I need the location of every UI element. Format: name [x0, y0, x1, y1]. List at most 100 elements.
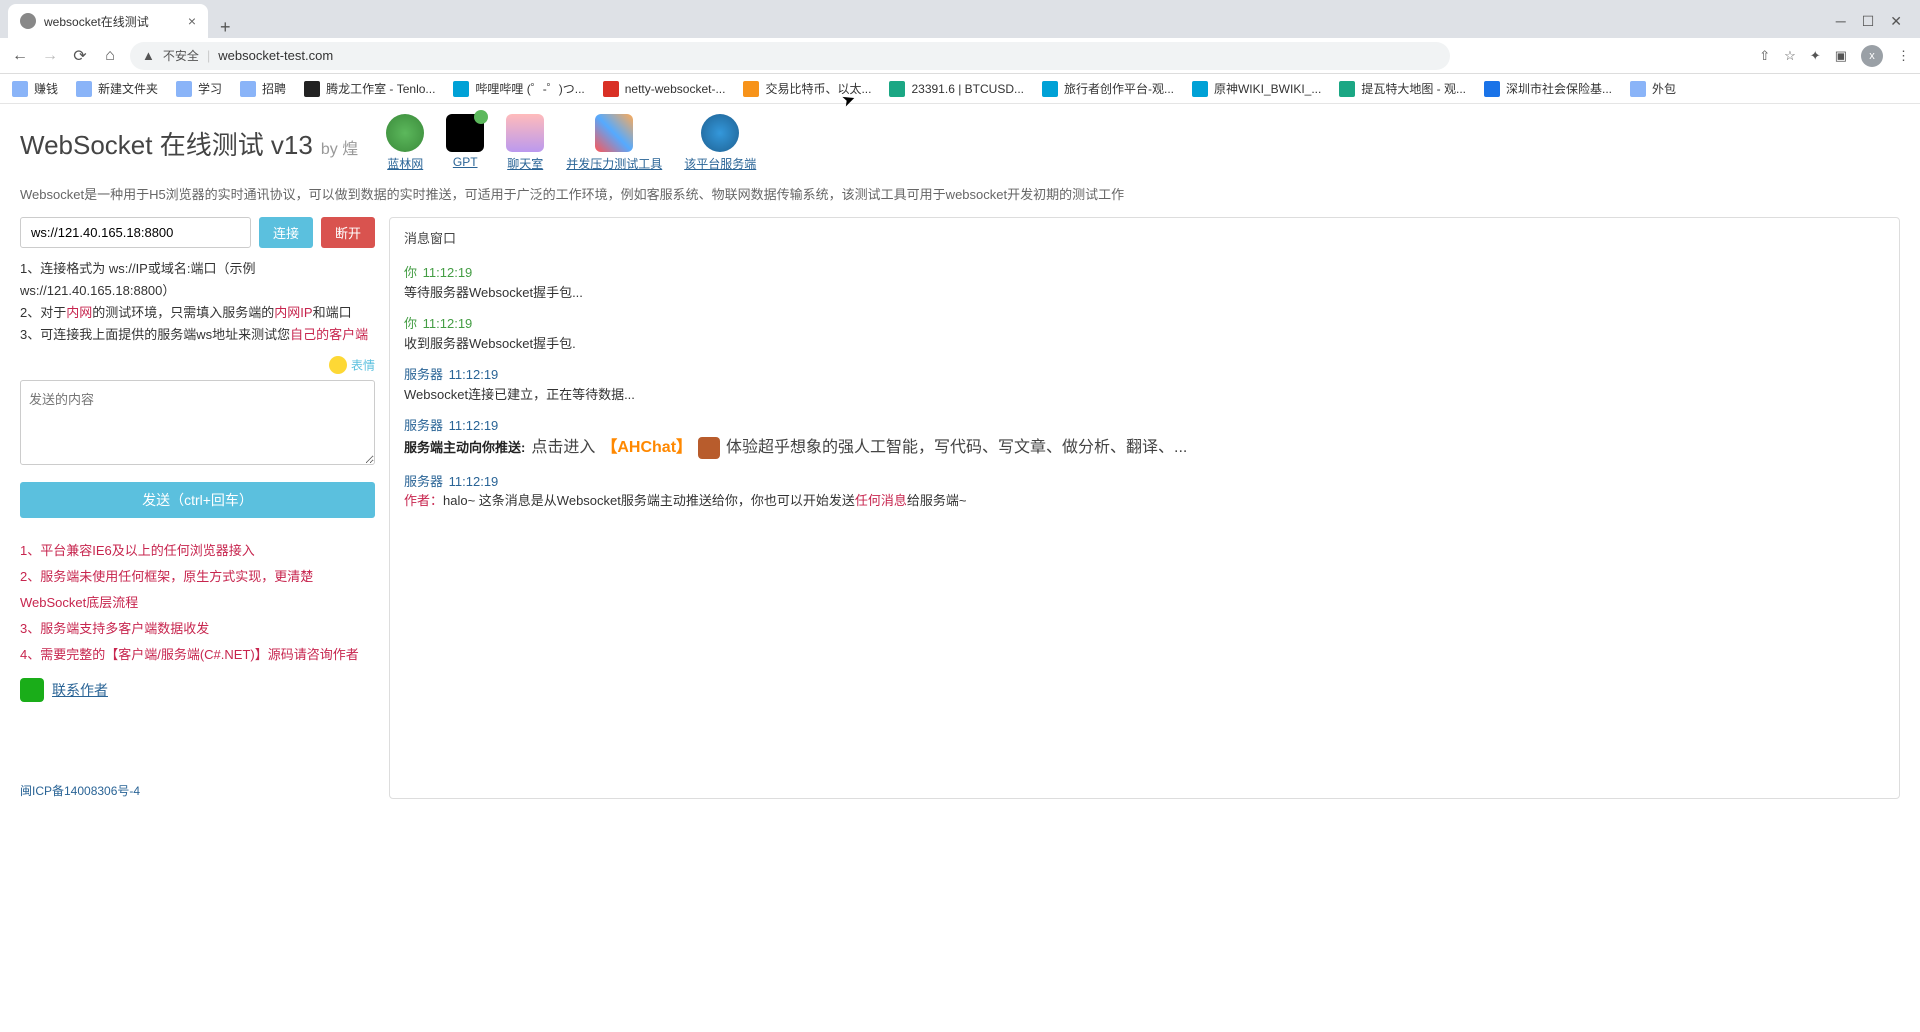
- header-link-label: 聊天室: [507, 155, 543, 172]
- header-links: 蓝林网 GPT 聊天室 并发压力测试工具 该平台服务端: [386, 114, 756, 172]
- bookmark-icon: [1042, 81, 1058, 97]
- browser-tab-strip: websocket在线测试 × + ─ ☐ ✕: [0, 0, 1920, 38]
- window-minimize-icon[interactable]: ─: [1836, 13, 1846, 30]
- profile-avatar[interactable]: x: [1861, 45, 1883, 67]
- tab-title: websocket在线测试: [44, 13, 180, 30]
- wechat-icon: [20, 678, 44, 702]
- bookmark-item[interactable]: 旅行者创作平台-观...: [1042, 80, 1174, 97]
- header-link-icon: [701, 114, 739, 152]
- message-block: 你 11:12:19等待服务器Websocket握手包...: [404, 263, 1885, 302]
- bookmark-item[interactable]: 赚钱: [12, 80, 58, 97]
- bookmark-icon: [1192, 81, 1208, 97]
- bookmarks-bar: 赚钱 新建文件夹 学习 招聘 腾龙工作室 - Tenlo... 哔哩哔哩 (゜-゜)つ..…: [0, 74, 1920, 104]
- message-from: 你: [404, 265, 417, 280]
- instr-line-3: 3、可连接我上面提供的服务端ws地址来测试您自己的客户端: [20, 324, 375, 346]
- bookmark-icon: [240, 81, 256, 97]
- promo-message: 服务器 11:12:19 服务端主动向你推送: 点击进入 【AHChat】 体验…: [404, 416, 1885, 460]
- header-link-icon: [595, 114, 633, 152]
- message-block: 你 11:12:19收到服务器Websocket握手包.: [404, 314, 1885, 353]
- window-maximize-icon[interactable]: ☐: [1862, 13, 1875, 30]
- header-link-icon: [446, 114, 484, 152]
- reload-icon[interactable]: ⟳: [70, 46, 90, 66]
- bookmark-item[interactable]: 招聘: [240, 80, 286, 97]
- close-icon[interactable]: ×: [188, 13, 196, 29]
- header-link[interactable]: 聊天室: [506, 114, 544, 172]
- forward-icon[interactable]: →: [40, 47, 60, 65]
- page-description: Websocket是一种用于H5浏览器的实时通讯协议，可以做到数据的实时推送，可…: [20, 184, 1900, 203]
- ahchat-link[interactable]: 【AHChat】: [601, 436, 692, 460]
- bookmark-icon: [1484, 81, 1500, 97]
- header-link[interactable]: 并发压力测试工具: [566, 114, 662, 172]
- back-icon[interactable]: ←: [10, 47, 30, 65]
- disconnect-button[interactable]: 断开: [321, 217, 375, 248]
- browser-tab[interactable]: websocket在线测试 ×: [8, 4, 208, 38]
- feature-notes: 1、平台兼容IE6及以上的任何浏览器接入2、服务端未使用任何框架，原生方式实现，…: [20, 538, 375, 668]
- ws-url-input[interactable]: [20, 217, 251, 248]
- note-line: 3、服务端支持多客户端数据收发: [20, 616, 375, 642]
- tab-favicon: [20, 13, 36, 29]
- bookmark-label: 旅行者创作平台-观...: [1064, 80, 1174, 97]
- instr-line-1: 1、连接格式为 ws://IP或域名:端口（示例ws://121.40.165.…: [20, 258, 375, 302]
- page-subtitle: by 煌: [321, 135, 358, 159]
- message-body: 等待服务器Websocket握手包...: [404, 283, 1885, 303]
- bookmark-label: 哔哩哔哩 (゜-゜)つ...: [475, 80, 584, 97]
- bookmark-label: 招聘: [262, 80, 286, 97]
- bookmark-icon: [304, 81, 320, 97]
- bookmark-item[interactable]: 学习: [176, 80, 222, 97]
- header-link-label: 该平台服务端: [684, 155, 756, 172]
- left-panel: 连接 断开 1、连接格式为 ws://IP或域名:端口（示例ws://121.4…: [20, 217, 375, 799]
- emoji-link[interactable]: 表情: [351, 359, 375, 373]
- icp-footer: 闽ICP备14008306号-4: [20, 782, 375, 799]
- promo-text: 体验超乎想象的强人工智能，写代码、写文章、做分析、翻译、...: [726, 436, 1187, 460]
- bookmark-label: 提瓦特大地图 - 观...: [1361, 80, 1466, 97]
- bookmark-item[interactable]: 外包: [1630, 80, 1676, 97]
- connect-button[interactable]: 连接: [259, 217, 313, 248]
- message-time: 11:12:19: [449, 367, 499, 382]
- bookmark-item[interactable]: 23391.6 | BTCUSD...: [889, 81, 1024, 97]
- message-block: 服务器 11:12:19 Websocket连接已建立，正在等待数据...: [404, 365, 1885, 404]
- menu-icon[interactable]: ⋮: [1897, 48, 1910, 64]
- header-link-label: 蓝林网: [387, 155, 423, 172]
- security-label: 不安全: [163, 47, 199, 64]
- bookmark-item[interactable]: 原神WIKI_BWIKI_...: [1192, 80, 1321, 97]
- page-title: WebSocket 在线测试 v13: [20, 125, 313, 162]
- bookmark-item[interactable]: 交易比特币、以太...: [743, 80, 871, 97]
- bookmark-icon: [176, 81, 192, 97]
- new-tab-button[interactable]: +: [208, 17, 243, 38]
- bookmark-item[interactable]: 新建文件夹: [76, 80, 158, 97]
- extensions-icon[interactable]: ✦: [1810, 48, 1821, 64]
- instr-line-2: 2、对于内网的测试环境，只需填入服务端的内网IP和端口: [20, 302, 375, 324]
- header-link[interactable]: 蓝林网: [386, 114, 424, 172]
- bookmark-label: 腾龙工作室 - Tenlo...: [326, 80, 435, 97]
- bookmark-label: netty-websocket-...: [625, 82, 726, 96]
- star-icon[interactable]: ☆: [1784, 48, 1796, 64]
- contact-link[interactable]: 联系作者: [52, 680, 108, 700]
- bookmark-icon: [12, 81, 28, 97]
- bookmark-item[interactable]: netty-websocket-...: [603, 81, 726, 97]
- home-icon[interactable]: ⌂: [100, 47, 120, 65]
- message-input[interactable]: [20, 380, 375, 465]
- bookmark-item[interactable]: 腾龙工作室 - Tenlo...: [304, 80, 435, 97]
- bookmark-label: 深圳市社会保险基...: [1506, 80, 1612, 97]
- bookmark-icon: [76, 81, 92, 97]
- bookmark-label: 学习: [198, 80, 222, 97]
- url-text: websocket-test.com: [218, 48, 333, 63]
- send-button[interactable]: 发送（ctrl+回车）: [20, 482, 375, 518]
- bookmark-icon: [453, 81, 469, 97]
- bookmark-label: 原神WIKI_BWIKI_...: [1214, 80, 1321, 97]
- sidepanel-icon[interactable]: ▣: [1835, 48, 1847, 64]
- address-bar[interactable]: ▲ 不安全 | websocket-test.com: [130, 42, 1450, 70]
- message-body: Websocket连接已建立，正在等待数据...: [404, 385, 1885, 405]
- promo-link-pre: 点击进入: [531, 436, 595, 460]
- bookmark-item[interactable]: 哔哩哔哩 (゜-゜)つ...: [453, 80, 584, 97]
- header-link-label: 并发压力测试工具: [566, 155, 662, 172]
- header-link[interactable]: 该平台服务端: [684, 114, 756, 172]
- share-icon[interactable]: ⇧: [1759, 48, 1770, 64]
- promo-prefix: 服务端主动向你推送:: [404, 438, 525, 458]
- header-link[interactable]: GPT: [446, 114, 484, 172]
- bookmark-item[interactable]: 深圳市社会保险基...: [1484, 80, 1612, 97]
- window-close-icon[interactable]: ✕: [1890, 13, 1902, 30]
- bookmark-item[interactable]: 提瓦特大地图 - 观...: [1339, 80, 1466, 97]
- message-from: 服务器: [404, 367, 443, 382]
- smiley-icon[interactable]: [329, 356, 347, 374]
